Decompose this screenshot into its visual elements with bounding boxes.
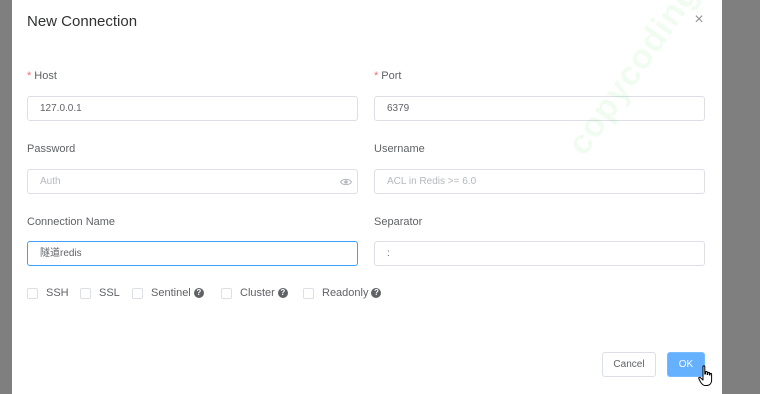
password-input[interactable]: Auth xyxy=(27,169,358,194)
password-label: Password xyxy=(27,143,76,155)
username-label: Username xyxy=(374,143,425,155)
checkbox-box[interactable] xyxy=(27,287,38,299)
port-input[interactable]: 6379 xyxy=(374,96,705,121)
host-input[interactable]: 127.0.0.1 xyxy=(27,96,358,121)
checkbox-box[interactable] xyxy=(303,287,314,299)
connection-name-input[interactable]: 隧道redis xyxy=(27,241,358,266)
help-icon[interactable]: ? xyxy=(277,288,288,298)
help-icon[interactable]: ? xyxy=(193,288,204,298)
sentinel-label: Sentinel xyxy=(151,287,191,299)
required-mark: * xyxy=(27,70,32,82)
ssl-label: SSL xyxy=(99,287,120,299)
ssh-label: SSH xyxy=(46,287,69,299)
host-label: * Host xyxy=(27,70,57,82)
cluster-checkbox[interactable]: Cluster ? xyxy=(221,287,288,299)
ssl-checkbox[interactable]: SSL xyxy=(80,287,120,299)
ssh-checkbox[interactable]: SSH xyxy=(27,287,69,299)
username-input[interactable]: ACL in Redis >= 6.0 xyxy=(374,169,705,194)
host-label-text: Host xyxy=(34,70,57,82)
checkbox-box[interactable] xyxy=(221,287,232,299)
separator-input[interactable]: : xyxy=(374,241,705,266)
watermark: copycoding xyxy=(560,0,707,162)
port-label: * Port xyxy=(374,70,401,82)
port-label-text: Port xyxy=(381,70,402,82)
separator-label: Separator xyxy=(374,216,423,228)
cancel-button[interactable]: Cancel xyxy=(602,352,656,377)
checkbox-box[interactable] xyxy=(132,287,143,299)
sentinel-checkbox[interactable]: Sentinel ? xyxy=(132,287,204,299)
connection-name-label: Connection Name xyxy=(27,216,116,228)
hand-cursor-icon xyxy=(698,365,713,386)
readonly-label: Readonly xyxy=(322,287,369,299)
help-icon[interactable]: ? xyxy=(371,288,382,298)
dialog-title: New Connection xyxy=(27,13,138,30)
eye-icon[interactable] xyxy=(340,177,352,187)
required-mark: * xyxy=(374,70,379,82)
checkbox-box[interactable] xyxy=(80,287,91,299)
cluster-label: Cluster xyxy=(240,287,275,299)
readonly-checkbox[interactable]: Readonly ? xyxy=(303,287,382,299)
new-connection-dialog: New Connection × * Host 127.0.0.1 * Port 6… xyxy=(12,0,722,394)
